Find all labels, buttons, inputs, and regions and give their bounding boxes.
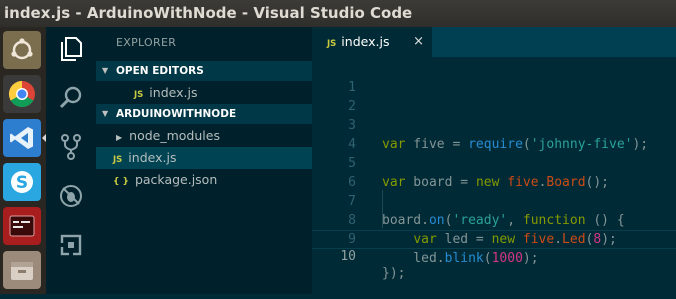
folder-node-modules[interactable]: ▶ node_modules: [96, 125, 312, 147]
tab-label: index.js: [341, 34, 390, 49]
window-title-bar: index.js - ArduinoWithNode - Visual Stud…: [0, 0, 676, 27]
window-title: index.js - ArduinoWithNode - Visual Stud…: [4, 4, 413, 22]
activity-bar: [46, 27, 96, 294]
js-file-icon: JS: [327, 39, 337, 49]
chevron-right-icon: ▶: [116, 133, 123, 142]
code-line: 3 var five = require('johnny-five');: [312, 97, 676, 152]
chevron-down-icon: ▼: [102, 66, 109, 75]
file-name: index.js: [128, 150, 177, 165]
code-editor[interactable]: 1 2 3 var five = require('johnny-five');…: [312, 57, 676, 294]
vscode-icon[interactable]: [3, 119, 41, 157]
extensions-icon[interactable]: [58, 232, 84, 258]
chevron-down-icon: ▼: [102, 109, 109, 118]
line-number: 10: [340, 249, 356, 264]
project-section[interactable]: ▼ ARDUINOWITHNODE: [96, 104, 312, 124]
search-icon[interactable]: [58, 85, 84, 111]
explorer-icon[interactable]: [58, 36, 84, 62]
explorer-sidebar: EXPLORER ▼ OPEN EDITORS JS index.js ▼ ARD…: [96, 27, 312, 294]
files-icon[interactable]: [3, 251, 41, 289]
ubuntu-dash-icon[interactable]: [3, 31, 41, 69]
open-editors-label: OPEN EDITORS: [116, 65, 204, 77]
open-editor-item[interactable]: JS index.js: [96, 82, 312, 104]
json-file-icon: { }: [113, 177, 129, 187]
open-editor-filename: index.js: [149, 85, 198, 100]
source-control-icon[interactable]: [58, 134, 84, 160]
editor-tab-bar: JS index.js ×: [312, 27, 676, 57]
close-icon[interactable]: ×: [413, 27, 424, 57]
code-line: 7 board.on('ready', function () {: [312, 173, 676, 228]
code-line: 4: [312, 116, 676, 152]
chrome-icon[interactable]: [3, 75, 41, 113]
folder-name: node_modules: [129, 128, 220, 143]
explorer-header: EXPLORER: [116, 36, 177, 49]
svg-text:S: S: [16, 173, 28, 193]
code-line: 1: [312, 59, 676, 95]
code-line: 9 led.blink(1000);: [312, 211, 676, 266]
file-index-js[interactable]: JS index.js: [96, 147, 312, 169]
debug-icon[interactable]: [58, 183, 84, 209]
skype-icon[interactable]: S: [3, 163, 41, 201]
code-line-current: 10 });: [312, 230, 676, 281]
terminal-icon[interactable]: [3, 207, 41, 245]
project-label: ARDUINOWITHNODE: [116, 108, 237, 120]
js-file-icon: JS: [134, 90, 144, 100]
tab-index-js[interactable]: JS index.js ×: [312, 27, 432, 57]
launcher: S: [0, 27, 46, 294]
open-editors-section[interactable]: ▼ OPEN EDITORS: [96, 61, 312, 81]
js-file-icon: JS: [113, 155, 123, 165]
code-line: 2: [312, 78, 676, 114]
code-text: led.blink(1000);: [382, 251, 539, 266]
code-line: 5 var board = new five.Board();: [312, 135, 676, 190]
file-package-json[interactable]: { } package.json: [96, 169, 312, 191]
code-line: 6: [312, 154, 676, 190]
code-line: 8 var led = new five.Led(8);: [312, 192, 676, 247]
file-name: package.json: [134, 172, 218, 187]
code-text: });: [382, 266, 406, 281]
